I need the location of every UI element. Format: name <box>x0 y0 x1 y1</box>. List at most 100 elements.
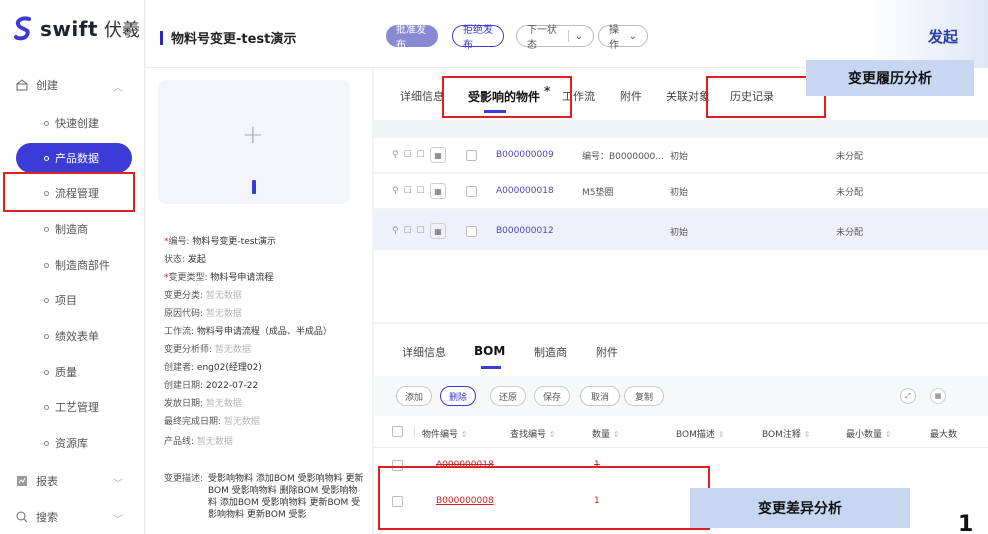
sidebar-group-label: 创建 <box>36 79 58 92</box>
bom-tab-bom[interactable]: BOM <box>474 344 505 358</box>
sidebar: swift 伏羲 创建 ︿ 快速创建 产品数据 流程管理 制造商 制造商部件 项… <box>0 0 145 534</box>
sidebar-item-product-data[interactable]: 产品数据 <box>16 143 132 173</box>
field-creator: 创建者: eng02(经理02) <box>164 363 262 373</box>
table-row-selected[interactable]: ⚲ ☐ ☐ ▦ B000000012 初始 未分配 <box>374 212 988 250</box>
col-header-find[interactable]: 查找编号 ⇕ <box>510 427 556 440</box>
bullet-icon <box>44 226 49 232</box>
item-assignee: 未分配 <box>836 187 864 198</box>
info-panel: + *编号: 物料号变更-test演示 状态: 发起 *变更类型: 物料号申请流… <box>146 68 372 534</box>
expand-icon[interactable]: ⤢ <box>900 388 916 404</box>
bom-toolbar: 添加 删除 还原 保存 取消 复制 ⤢ ▦ <box>374 376 988 416</box>
sidebar-group-report[interactable]: 报表 ﹀ <box>0 466 145 496</box>
sidebar-item-label: 制造商 <box>55 223 88 236</box>
bom-tab-manufacturer[interactable]: 制造商 <box>534 344 567 360</box>
brand-name: swift <box>40 17 98 41</box>
sidebar-item-manufacturer[interactable]: 制造商 <box>16 214 132 244</box>
search-icon <box>16 511 28 523</box>
row-action-icons[interactable]: ⚲ ☐ ☐ <box>392 186 425 196</box>
column-settings-icon[interactable]: ▦ <box>930 388 946 404</box>
sidebar-group-label: 搜索 <box>36 511 58 524</box>
item-name: 编号：B0000000... <box>582 151 664 162</box>
row-checkbox[interactable] <box>466 149 477 161</box>
sidebar-item-quick-create[interactable]: 快速创建 <box>16 108 132 138</box>
item-code-link[interactable]: A000000018 <box>496 186 554 196</box>
col-header-min[interactable]: 最小数量 ⇕ <box>846 427 892 440</box>
annotation-history-analysis: 变更履历分析 <box>806 60 974 96</box>
col-header-qty[interactable]: 数量 ⇕ <box>592 427 620 440</box>
save-button[interactable]: 保存 <box>534 386 570 406</box>
active-bom-tab-indicator <box>481 366 501 369</box>
annotation-diff-analysis: 变更差异分析 <box>690 488 910 528</box>
next-state-dropdown[interactable]: 下一状态 ⌄ <box>516 25 594 51</box>
tab-attachment[interactable]: 附件 <box>620 88 642 104</box>
sidebar-item-label: 项目 <box>55 294 77 307</box>
row-checkbox[interactable] <box>466 185 477 197</box>
copy-button[interactable]: 复制 <box>624 386 664 406</box>
next-state-label: 下一状态 <box>527 25 557 51</box>
bom-tab-detail[interactable]: 详细信息 <box>402 344 446 360</box>
item-code-link[interactable]: B000000009 <box>496 150 554 160</box>
field-release-date: 发放日期: 暂无数据 <box>164 399 242 409</box>
upload-indicator <box>252 180 256 194</box>
chevron-down-icon: ﹀ <box>113 515 123 526</box>
sidebar-item-craft[interactable]: 工艺管理 <box>16 392 132 422</box>
sidebar-item-label: 产品数据 <box>55 152 99 165</box>
field-workflow: 工作流: 物料号申请流程（成品、半成品） <box>164 327 332 337</box>
bullet-icon <box>44 440 49 446</box>
restore-button[interactable]: 还原 <box>490 386 526 406</box>
col-header-note[interactable]: BOM注释 ⇕ <box>762 427 810 440</box>
tab-detail[interactable]: 详细信息 <box>400 88 444 104</box>
slide-page-number: 1 <box>958 512 974 534</box>
tab-related-objects[interactable]: 关联对象 <box>666 88 710 104</box>
sidebar-item-performance[interactable]: 绩效表单 <box>16 321 132 351</box>
row-checkbox[interactable] <box>466 225 477 237</box>
sidebar-item-maker-parts[interactable]: 制造商部件 <box>16 250 132 280</box>
sidebar-group-search[interactable]: 搜索 ﹀ <box>0 502 145 532</box>
building-icon <box>16 79 28 91</box>
grid-icon[interactable]: ▦ <box>430 223 446 239</box>
sidebar-item-label: 资源库 <box>55 437 88 450</box>
sidebar-group-label: 报表 <box>36 475 58 488</box>
item-code-link[interactable]: B000000012 <box>496 226 554 236</box>
field-final-date: 最终完成日期: 暂无数据 <box>164 417 260 427</box>
item-state: 初始 <box>670 151 689 162</box>
sort-icon: ⇕ <box>803 430 811 439</box>
table-row[interactable]: ⚲ ☐ ☐ ▦ A000000018 M5垫圈 初始 未分配 <box>374 174 988 208</box>
row-action-icons[interactable]: ⚲ ☐ ☐ <box>392 226 425 236</box>
column-divider <box>414 426 415 438</box>
sidebar-item-project[interactable]: 项目 <box>16 285 132 315</box>
operate-label: 操作 <box>609 25 619 51</box>
brand-logo: swift 伏羲 <box>12 16 140 42</box>
sidebar-item-label: 快速创建 <box>55 117 99 130</box>
operate-dropdown[interactable]: 操作 ⌄ <box>598 25 648 51</box>
bullet-icon <box>44 404 49 410</box>
annotation-box-process-mgmt <box>3 172 135 212</box>
field-created-date: 创建日期: 2022-07-22 <box>164 381 259 391</box>
plus-icon: + <box>242 120 264 150</box>
chevron-down-icon: ﹀ <box>113 479 123 490</box>
item-assignee: 未分配 <box>836 151 864 162</box>
sort-icon: ⇕ <box>548 430 556 439</box>
bom-tab-attachment[interactable]: 附件 <box>596 344 618 360</box>
delete-button[interactable]: 删除 <box>440 386 476 406</box>
table-row[interactable]: ⚲ ☐ ☐ ▦ B000000009 编号：B0000000... 初始 未分配 <box>374 138 988 172</box>
reject-release-button[interactable]: 拒绝发布 <box>452 25 504 51</box>
sidebar-group-create[interactable]: 创建 ︿ <box>0 70 145 100</box>
select-all-checkbox[interactable] <box>392 426 403 437</box>
field-change-description: 变更描述: 受影响物料 添加BOM 受影响物料 更新BOM 受影响物料 删除BO… <box>164 474 364 520</box>
grid-icon[interactable]: ▦ <box>430 183 446 199</box>
sort-icon: ⇕ <box>460 430 468 439</box>
col-header-max[interactable]: 最大数 <box>930 427 957 440</box>
row-action-icons[interactable]: ⚲ ☐ ☐ <box>392 150 425 160</box>
grid-icon[interactable]: ▦ <box>430 147 446 163</box>
item-name: M5垫圈 <box>582 187 614 198</box>
sidebar-item-resources[interactable]: 资源库 <box>16 428 132 458</box>
item-state: 初始 <box>670 227 689 238</box>
cancel-button[interactable]: 取消 <box>580 386 620 406</box>
sidebar-item-quality[interactable]: 质量 <box>16 357 132 387</box>
main-panel: 详细信息 受影响的物件 * 工作流 附件 关联对象 历史记录 ⚲ ☐ ☐ ▦ B… <box>374 68 988 534</box>
add-button[interactable]: 添加 <box>396 386 432 406</box>
col-header-code[interactable]: 物件编号 ⇕ <box>422 427 468 440</box>
approve-release-button[interactable]: 批准发布 <box>386 25 438 51</box>
col-header-desc[interactable]: BOM描述 ⇕ <box>676 427 724 440</box>
